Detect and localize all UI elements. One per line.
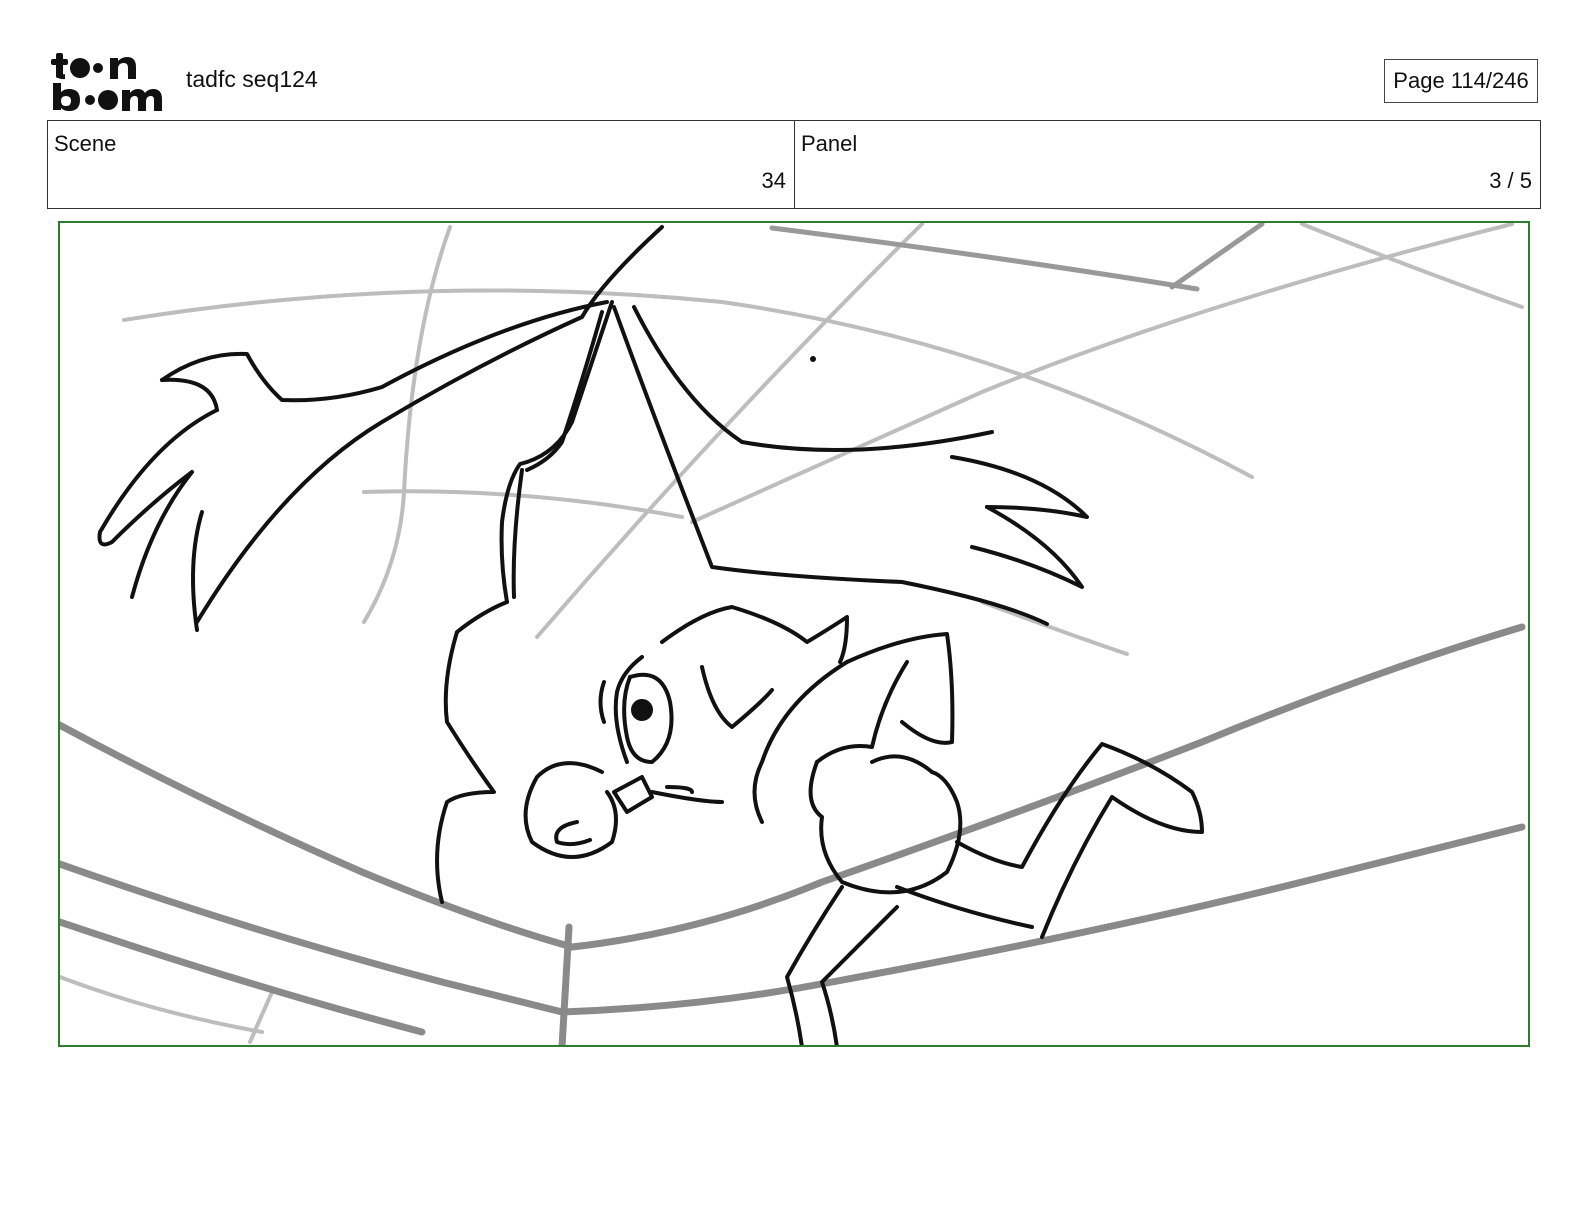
scene-number: 34 [761,168,786,193]
storyboard-panel-frame [58,221,1530,1047]
scene-cell: Scene 34 [48,121,795,208]
scene-label: Scene [54,131,117,156]
panel-label: Panel [801,131,858,156]
panel-number: 3 / 5 [1489,168,1532,193]
page-indicator: Page 114/246 [1384,59,1538,103]
document-title: tadfc seq124 [186,66,318,92]
scene-panel-table: Scene 34 Panel 3 / 5 [47,120,1541,209]
panel-cell: Panel 3 / 5 [795,121,1540,208]
storyboard-sketch [60,223,1526,1045]
toon-boom-logo [50,50,164,112]
page-indicator-text: Page 114/246 [1393,68,1529,93]
